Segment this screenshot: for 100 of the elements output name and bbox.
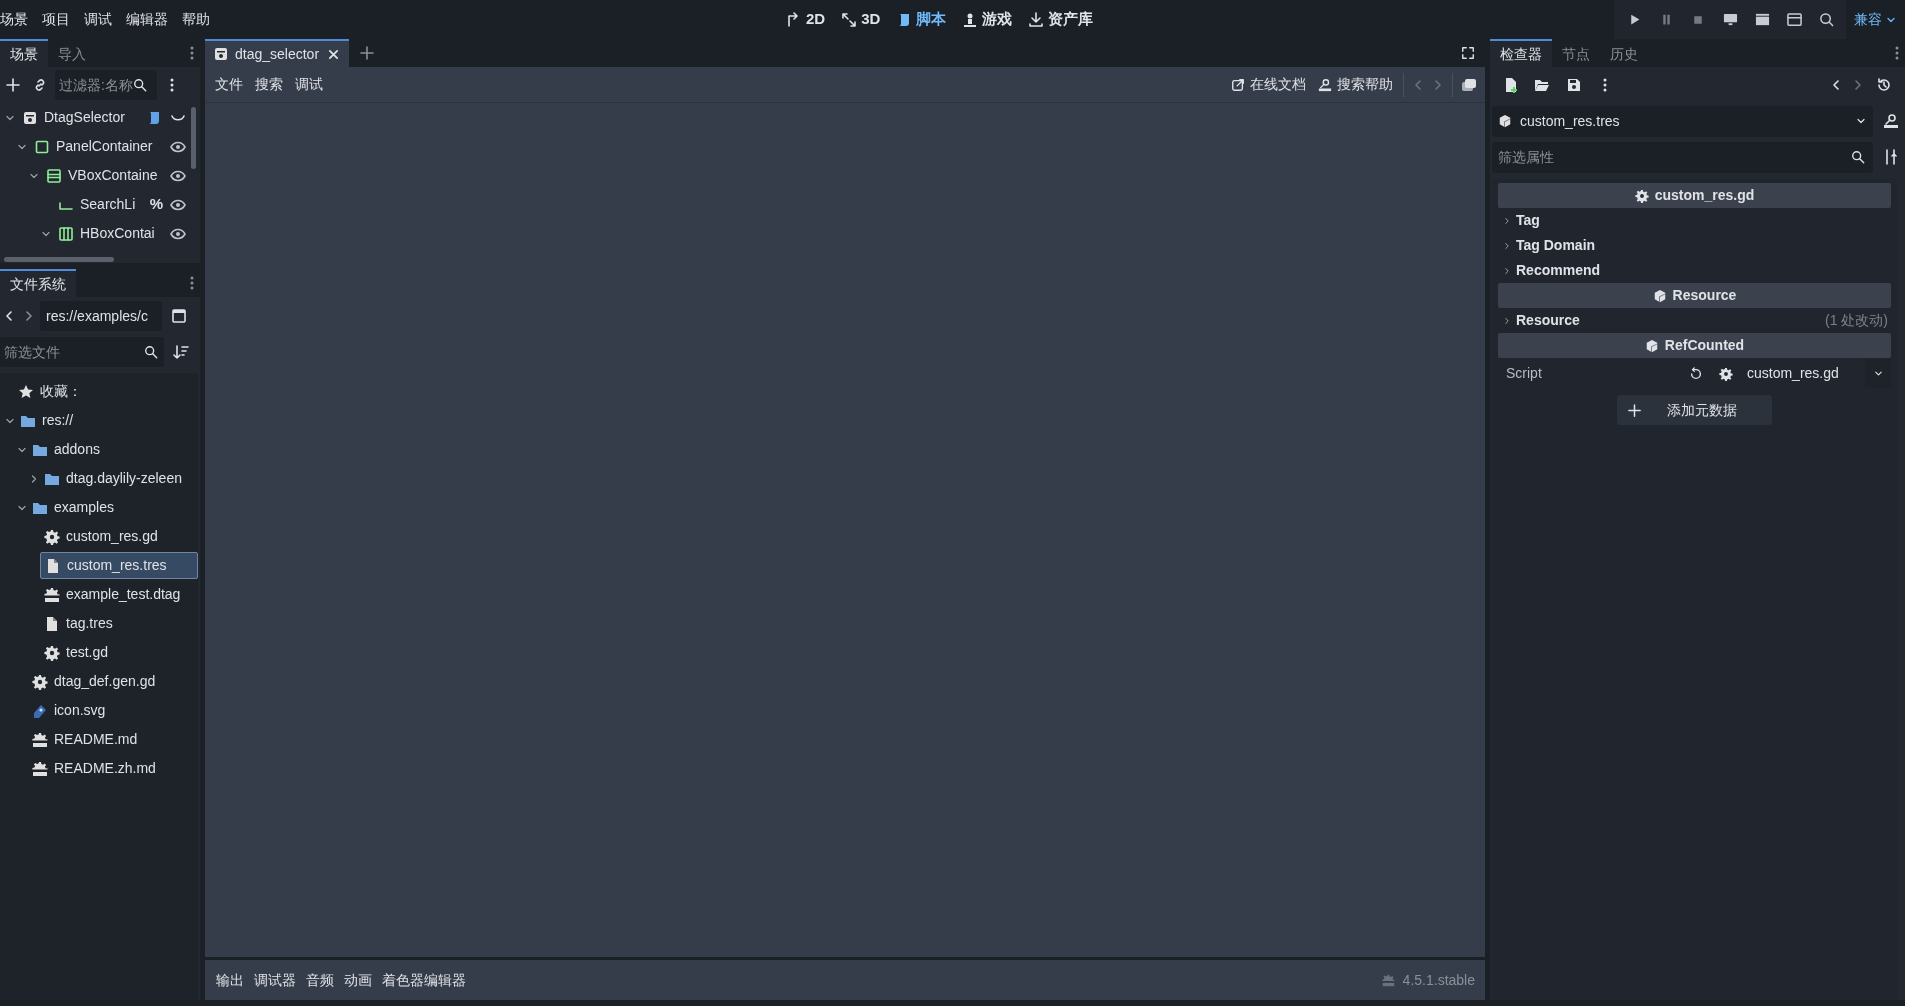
- online-docs-link[interactable]: 在线文档: [1225, 74, 1312, 95]
- section-header: RefCounted: [1498, 333, 1891, 358]
- history-icon: [1876, 77, 1892, 93]
- help-search-icon: [1883, 113, 1899, 129]
- scene-node[interactable]: SearchLi: [80, 194, 136, 215]
- resource-dropdown[interactable]: custom_res.tres: [1492, 105, 1873, 137]
- file-item[interactable]: test.gd: [40, 639, 198, 666]
- dock-tab[interactable]: 场景: [0, 39, 48, 67]
- scene-node[interactable]: HBoxContai: [80, 223, 155, 244]
- monitor-icon: [1722, 12, 1738, 27]
- file-item[interactable]: README.zh.md: [28, 755, 198, 782]
- bottom-panel-tab[interactable]: 调试器: [249, 969, 301, 991]
- renderer-dropdown[interactable]: 兼容: [1846, 0, 1905, 39]
- file-item[interactable]: custom_res.tres: [40, 552, 198, 579]
- cube-icon: [1644, 338, 1659, 353]
- menu-item[interactable]: 场景: [0, 9, 35, 30]
- 3d-workspace-tab[interactable]: 3D: [835, 4, 887, 35]
- help-search-icon: [1318, 77, 1332, 92]
- menu-item[interactable]: 调试: [289, 74, 329, 95]
- menu-item[interactable]: 调试: [77, 9, 119, 30]
- scene-node[interactable]: VBoxContaine: [68, 165, 158, 186]
- revert-icon[interactable]: [1689, 366, 1703, 381]
- search-icon: [133, 78, 147, 92]
- text-file-icon: [44, 586, 60, 603]
- dock-tab[interactable]: 节点: [1552, 39, 1600, 67]
- fullscreen-icon[interactable]: [1461, 46, 1475, 60]
- bottom-panel-tab[interactable]: 输出: [211, 969, 249, 991]
- file-item[interactable]: addons: [28, 436, 198, 463]
- file-item[interactable]: example_test.dtag: [40, 581, 198, 608]
- scrollbar[interactable]: [191, 107, 196, 169]
- section-header: custom_res.gd: [1498, 183, 1891, 208]
- bottom-panel-tab[interactable]: 音频: [301, 969, 339, 991]
- scrollbar[interactable]: [4, 257, 114, 262]
- property-group[interactable]: Resource (1 处改动): [1498, 308, 1891, 333]
- game-workspace-tab[interactable]: 游戏: [956, 4, 1019, 35]
- section-header: Resource: [1498, 283, 1891, 308]
- add-tab-icon[interactable]: [359, 45, 376, 61]
- path-field[interactable]: res://examples/c: [40, 301, 162, 331]
- menu-item[interactable]: 编辑器: [119, 9, 175, 30]
- file-item[interactable]: custom_res.gd: [40, 523, 198, 550]
- vbox-icon: [46, 167, 62, 184]
- dock-tab[interactable]: 检查器: [1490, 39, 1552, 67]
- hbox-icon: [58, 225, 74, 242]
- menu-item[interactable]: 帮助: [175, 9, 217, 30]
- script-value-field[interactable]: custom_res.gd: [1719, 359, 1865, 388]
- property-group[interactable]: Tag Domain: [1498, 233, 1891, 258]
- folder-icon: [1534, 77, 1550, 93]
- dropdown-icon[interactable]: [1872, 368, 1884, 379]
- plus-icon: [5, 77, 21, 93]
- clapperboard-icon: [1754, 12, 1770, 27]
- cube-icon: [1652, 288, 1667, 303]
- file-icon: [44, 615, 60, 632]
- image-icon: [32, 702, 48, 719]
- add-metadata-button[interactable]: 添加元数据: [1617, 395, 1772, 425]
- menu-item[interactable]: 项目: [35, 9, 77, 30]
- search-icon: [1851, 149, 1865, 164]
- file-item[interactable]: dtag.daylily-zeleen: [40, 465, 198, 492]
- scene-node[interactable]: PanelContainer: [56, 136, 153, 157]
- dock-tab[interactable]: 导入: [48, 39, 96, 67]
- windows-icon: [1461, 76, 1477, 93]
- chevron-right-icon: [1502, 265, 1512, 276]
- joystick-icon: [962, 11, 979, 28]
- filter-field[interactable]: 过滤器:名称: [55, 70, 157, 100]
- dock-tab[interactable]: 历史: [1600, 39, 1648, 67]
- file-icon: [45, 557, 61, 574]
- plus-icon: [1627, 402, 1642, 418]
- property-group[interactable]: Tag: [1498, 208, 1891, 233]
- file-item[interactable]: README.md: [28, 726, 198, 753]
- bottom-panel-tab[interactable]: 着色器编辑器: [377, 969, 471, 991]
- chevron-right-icon: [1502, 215, 1512, 226]
- file-item[interactable]: res://: [16, 407, 198, 434]
- file-item[interactable]: dtag_def.gen.gd: [28, 668, 198, 695]
- file-item[interactable]: icon.svg: [28, 697, 198, 724]
- script-workspace-tab[interactable]: 脚本: [890, 4, 953, 35]
- gear-icon: [32, 673, 48, 690]
- scene-icon: [213, 46, 229, 62]
- unique-name-mark: %: [149, 194, 163, 215]
- dock-tab[interactable]: 文件系统: [0, 269, 76, 297]
- panel-container-icon: [34, 138, 50, 155]
- menu-item[interactable]: 搜索: [249, 74, 289, 95]
- bottom-panel-tab[interactable]: 动画: [339, 969, 377, 991]
- property-group[interactable]: Recommend: [1498, 258, 1891, 283]
- property-label: Script: [1505, 364, 1543, 383]
- script-tab[interactable]: dtag_selector: [205, 39, 350, 67]
- tools-icon: [1883, 149, 1899, 165]
- favorites-label[interactable]: 收藏：: [40, 381, 82, 402]
- asset-library-tab[interactable]: 资产库: [1022, 4, 1100, 35]
- rotate-icon: [841, 11, 858, 28]
- film-icon: [1786, 12, 1802, 27]
- 2d-workspace-tab[interactable]: 2D: [780, 4, 832, 35]
- cube-icon: [1498, 114, 1512, 128]
- search-help-link[interactable]: 搜索帮助: [1312, 74, 1399, 95]
- scene-node[interactable]: DtagSelector: [44, 107, 125, 128]
- filter-field[interactable]: 筛选文件: [0, 337, 164, 367]
- menu-item[interactable]: 文件: [209, 74, 249, 95]
- filter-field[interactable]: 筛选属性: [1492, 141, 1873, 173]
- file-item[interactable]: tag.tres: [40, 610, 198, 637]
- chevron-right-icon: [1502, 240, 1512, 251]
- sort-icon: [173, 344, 189, 360]
- file-item[interactable]: examples: [28, 494, 198, 521]
